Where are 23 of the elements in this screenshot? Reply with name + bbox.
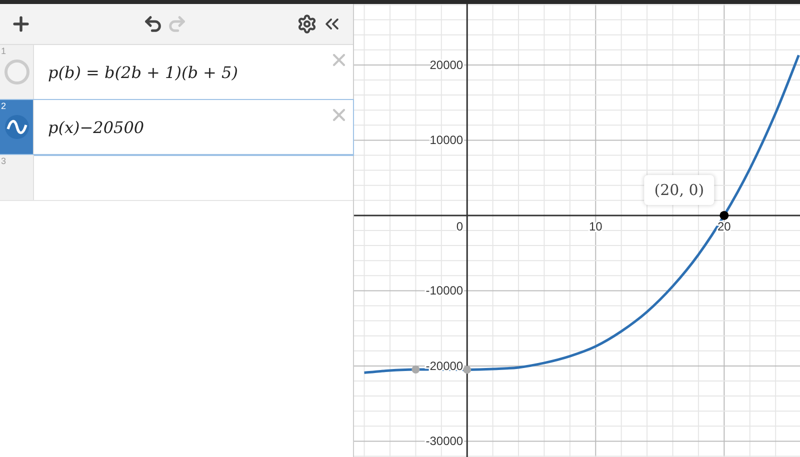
axis-tick-label: -10000	[426, 284, 464, 298]
expression-row[interactable]: 2 p(x)−20500	[0, 100, 353, 155]
row-number: 2	[1, 101, 6, 111]
wave-icon[interactable]	[4, 114, 30, 140]
math-expression[interactable]: p(x)−20500	[48, 118, 144, 136]
axis-tick-label: 10	[588, 219, 602, 234]
settings-icon	[297, 14, 317, 34]
redo-icon	[166, 14, 186, 34]
axis-tick-label: 0	[456, 219, 464, 234]
point-marker[interactable]	[463, 366, 472, 374]
axis-tick-label: 10000	[430, 133, 464, 148]
expression-row[interactable]: 1 p(b) = b(2b + 1)(b + 5)	[0, 45, 353, 100]
point-label: (20, 0)	[644, 175, 714, 206]
axis-tick-label: 20000	[430, 58, 464, 72]
axis-tick-label: -30000	[426, 434, 464, 448]
point-marker[interactable]	[412, 366, 420, 374]
axis-tick-label: 20	[717, 219, 731, 234]
plus-icon	[10, 13, 32, 35]
row-number: 1	[1, 46, 6, 56]
row-number: 3	[1, 156, 6, 166]
math-expression[interactable]: p(b) = b(2b + 1)(b + 5)	[48, 62, 238, 82]
point-marker[interactable]	[720, 210, 729, 220]
undo-icon	[142, 14, 162, 34]
